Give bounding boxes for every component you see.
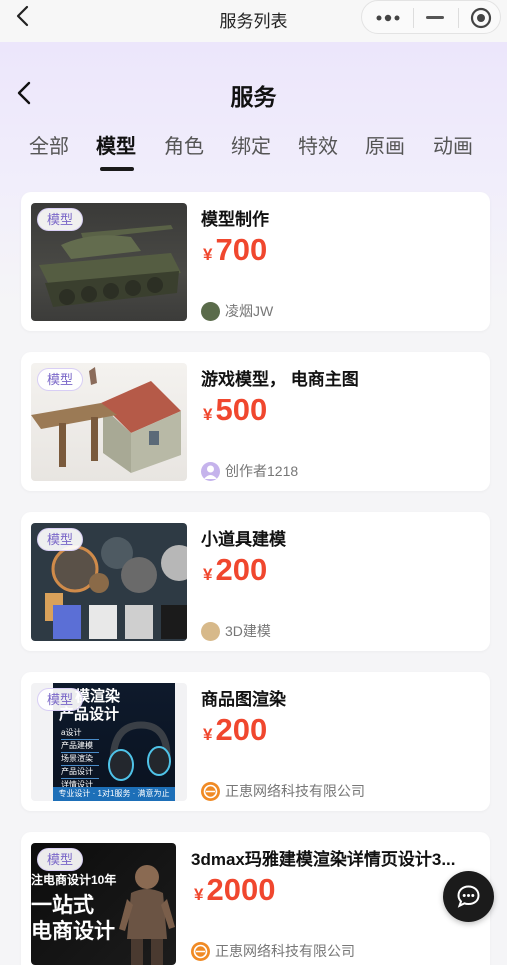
ad-headline: 电商设计 xyxy=(31,920,115,943)
ad-feature-list: a设计 产品建模 场景渲染 产品设计 详情设计 xyxy=(61,727,99,792)
category-tabs: 全部 模型 角色 绑定 特效 原画 动画 xyxy=(0,130,507,176)
top-bar: 服务列表 xyxy=(0,0,507,42)
category-tag: 模型 xyxy=(37,848,84,871)
currency-symbol: ¥ xyxy=(203,565,213,584)
ad-footer: 专业设计 · 1对1服务 · 满意为止 xyxy=(53,787,175,801)
currency-symbol: ¥ xyxy=(194,885,204,904)
headphone-illustration xyxy=(108,721,171,781)
creator-info[interactable]: 创作者1218 xyxy=(201,461,298,483)
currency-symbol: ¥ xyxy=(203,725,213,744)
close-target-icon[interactable] xyxy=(470,7,492,29)
creator-name: 创作者1218 xyxy=(225,463,299,479)
creator-name: 凌烟JW xyxy=(225,303,274,319)
service-image: 模型 xyxy=(31,203,187,321)
service-card[interactable]: 注电商设计10年 一站式 电商设计 模型 3dmax玛雅建模渲染详情页设计3..… xyxy=(21,832,490,965)
divider xyxy=(413,8,414,28)
service-card[interactable]: 模渲染 产品设计 a设计 产品建模 场景渲染 产品设计 详情设计 专业设计 · … xyxy=(21,672,490,811)
tab-all[interactable]: 全部 xyxy=(29,130,69,159)
service-card[interactable]: 模型 小道具建模 ¥200 3D建模 xyxy=(21,512,490,651)
price-value: 500 xyxy=(215,392,268,427)
creator-name: 正恵网络科技有限公司 xyxy=(215,943,355,959)
minimize-icon[interactable] xyxy=(426,16,444,19)
creator-info[interactable]: 正恵网络科技有限公司 xyxy=(191,941,355,963)
currency-symbol: ¥ xyxy=(203,245,213,264)
figure-illustration xyxy=(119,865,175,965)
avatar xyxy=(201,461,220,481)
divider xyxy=(458,8,459,28)
chat-bubble-icon xyxy=(457,885,480,908)
tab-animation[interactable]: 动画 xyxy=(433,130,473,159)
more-dots-icon[interactable] xyxy=(376,10,402,26)
service-image: 模渲染 产品设计 a设计 产品建模 场景渲染 产品设计 详情设计 专业设计 · … xyxy=(31,683,187,801)
service-image: 注电商设计10年 一站式 电商设计 模型 xyxy=(31,843,176,965)
tab-model[interactable]: 模型 xyxy=(96,130,136,159)
service-title: 游戏模型， 电商主图 xyxy=(201,370,359,389)
category-tag: 模型 xyxy=(37,208,84,231)
chat-button[interactable] xyxy=(443,871,494,922)
service-title: 3dmax玛雅建模渲染详情页设计3... xyxy=(191,850,456,869)
currency-symbol: ¥ xyxy=(203,405,213,424)
tab-binding[interactable]: 绑定 xyxy=(231,130,271,159)
service-price: ¥2000 xyxy=(194,872,275,908)
service-image: 模型 xyxy=(31,523,187,641)
creator-name: 正恵网络科技有限公司 xyxy=(225,783,365,799)
creator-info[interactable]: 3D建模 xyxy=(201,621,271,643)
avatar xyxy=(201,621,220,641)
active-tab-indicator xyxy=(100,167,134,171)
tab-effects[interactable]: 特效 xyxy=(298,130,338,159)
price-value: 200 xyxy=(215,712,268,747)
service-title: 模型制作 xyxy=(201,210,269,229)
service-card[interactable]: 模型 模型制作 ¥700 凌烟JW xyxy=(21,192,490,331)
tab-concept-art[interactable]: 原画 xyxy=(365,130,405,159)
service-price: ¥500 xyxy=(203,392,267,428)
price-value: 700 xyxy=(215,232,268,267)
service-title: 小道具建模 xyxy=(201,530,286,549)
tab-character[interactable]: 角色 xyxy=(164,130,204,159)
service-price: ¥700 xyxy=(203,232,267,268)
category-tag: 模型 xyxy=(37,528,84,551)
avatar xyxy=(191,941,210,961)
creator-name: 3D建模 xyxy=(225,623,271,639)
service-image: 模型 xyxy=(31,363,187,481)
service-card[interactable]: 模型 游戏模型， 电商主图 ¥500 创作者1218 xyxy=(21,352,490,491)
category-tag: 模型 xyxy=(37,368,84,391)
capsule-menu xyxy=(361,0,501,34)
service-price: ¥200 xyxy=(203,712,267,748)
ad-headline: 注电商设计10年 xyxy=(31,873,117,887)
service-title: 商品图渲染 xyxy=(201,690,286,709)
page-title: 服务 xyxy=(230,84,277,110)
price-value: 200 xyxy=(215,552,268,587)
creator-info[interactable]: 凌烟JW xyxy=(201,301,273,323)
category-tag: 模型 xyxy=(37,688,84,711)
avatar xyxy=(201,781,220,801)
avatar xyxy=(201,301,220,321)
creator-info[interactable]: 正恵网络科技有限公司 xyxy=(201,781,365,803)
service-price: ¥200 xyxy=(203,552,267,588)
price-value: 2000 xyxy=(206,872,276,907)
